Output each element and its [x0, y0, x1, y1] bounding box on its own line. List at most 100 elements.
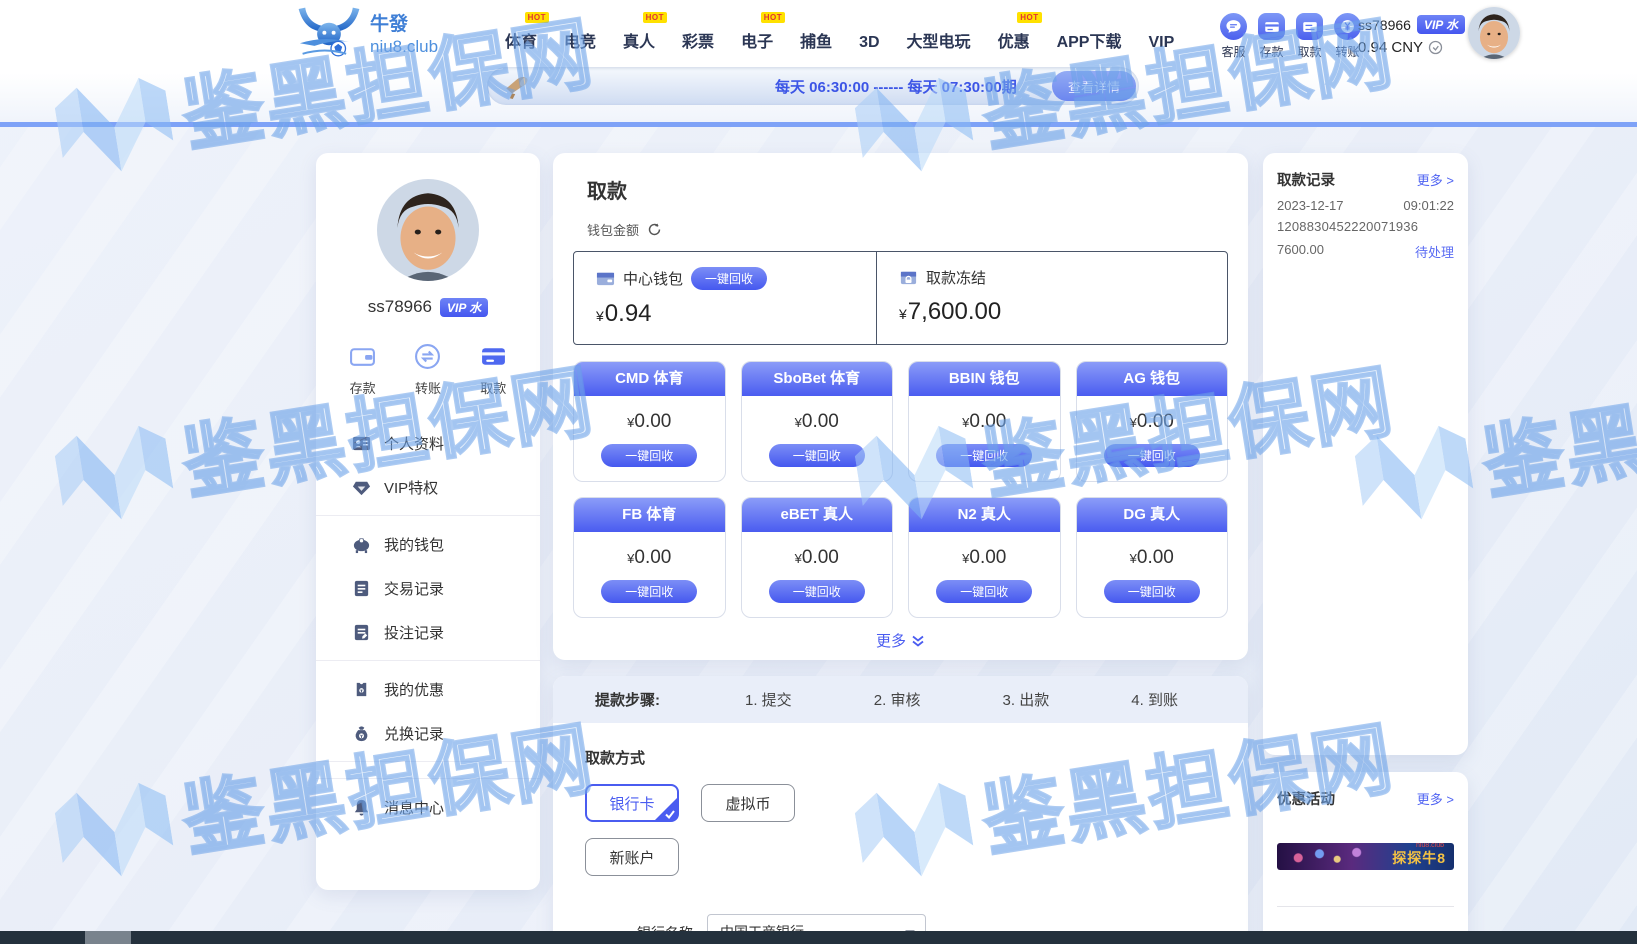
wallet-card-amount: ¥0.00: [574, 411, 725, 433]
wallet-card-title: CMD 体育: [574, 362, 725, 396]
sidebar-item-transactions[interactable]: 交易记录: [316, 566, 540, 610]
nav-item[interactable]: 大型电玩: [907, 28, 971, 54]
wallet-card-amount: ¥0.00: [742, 411, 893, 433]
sidebar-item-label: 我的优惠: [384, 679, 444, 700]
wallet-recycle-button[interactable]: 一键回收: [769, 580, 865, 603]
sidebar-transfer-button[interactable]: 转账: [414, 343, 441, 397]
scrollbar-thumb[interactable]: [85, 931, 131, 944]
sidebar-item-label: VIP特权: [384, 477, 438, 498]
nav-item[interactable]: HOT 电子: [741, 28, 773, 54]
nav-item[interactable]: VIP: [1148, 34, 1174, 54]
header-quick-actions: 客服 存款 取款: [1220, 13, 1361, 60]
wallet-recycle-button[interactable]: 一键回收: [601, 444, 697, 467]
sidebar-menu: 个人资料 VIP特权 我的钱包: [316, 421, 540, 829]
promotions-more-link[interactable]: 更多 >: [1417, 789, 1454, 808]
records-more-link[interactable]: 更多 >: [1417, 170, 1454, 189]
withdraw-records-panel: 取款记录 更多 > 2023-12-17 09:01:22 1208830452…: [1263, 153, 1468, 755]
sidebar-quick-actions: 存款 转账 取款: [316, 343, 540, 397]
wallet-recycle-button[interactable]: 一键回收: [769, 444, 865, 467]
main-nav: HOT 体育 电竞 HOT 真人 彩票: [505, 20, 1174, 54]
nav-item[interactable]: APP下载: [1057, 28, 1122, 54]
vest-icon: [352, 680, 371, 699]
nav-item[interactable]: HOT 优惠: [998, 28, 1030, 54]
sidebar-item-vip[interactable]: VIP特权: [316, 465, 540, 509]
recycle-all-button[interactable]: 一键回收: [691, 267, 767, 290]
withdraw-method-option[interactable]: 新账户: [585, 838, 679, 876]
customer-service-button[interactable]: 客服: [1220, 13, 1247, 60]
withdraw-method-option[interactable]: 虚拟币: [701, 784, 795, 822]
show-more-wallets[interactable]: 更多: [573, 630, 1228, 651]
sidebar-item-promos[interactable]: 我的优惠: [316, 667, 540, 711]
sidebar-deposit-button[interactable]: 存款: [349, 343, 376, 397]
site-logo[interactable]: 牛發 niu8.club: [296, 6, 438, 66]
nav-item[interactable]: HOT 体育: [505, 28, 537, 54]
sidebar-item-redeem[interactable]: 兑换记录: [316, 711, 540, 755]
nav-item-label: 电子: [741, 34, 773, 51]
wallet-recycle-button[interactable]: 一键回收: [936, 444, 1032, 467]
withdraw-label: 取款: [1297, 43, 1321, 60]
avatar[interactable]: [1468, 7, 1520, 59]
promo-banner[interactable]: niu8.club 探探牛8: [1277, 843, 1454, 870]
nav-item-label: 捕鱼: [800, 34, 832, 51]
page: 牛發 niu8.club HOT 体育 电竞 HOT 真人: [0, 0, 1637, 944]
user-info: ss78966 VIP 水 0.94 CNY: [1358, 15, 1465, 56]
menu-divider: [316, 515, 540, 516]
wallet-recycle-button[interactable]: 一键回收: [1104, 444, 1200, 467]
deposit-button[interactable]: 存款: [1258, 13, 1285, 60]
sidebar-item-label: 交易记录: [384, 578, 444, 599]
wallet-recycle-button[interactable]: 一键回收: [936, 580, 1032, 603]
record-time: 09:01:22: [1403, 198, 1454, 213]
nav-item[interactable]: 彩票: [682, 28, 714, 54]
withdraw-method-label: 银行卡: [609, 796, 654, 813]
menu-divider: [316, 660, 540, 661]
profile-avatar-image: [377, 179, 479, 281]
sidebar-item-label: 兑换记录: [384, 723, 444, 744]
wallet-card-amount: ¥0.00: [574, 547, 725, 569]
wallet-card-title: BBIN 钱包: [909, 362, 1060, 396]
nav-item[interactable]: 捕鱼: [800, 28, 832, 54]
sidebar-deposit-label: 存款: [350, 378, 376, 397]
vip-badge: VIP 水: [1417, 15, 1465, 34]
document-icon: [352, 579, 371, 598]
selected-check-icon: [654, 797, 678, 821]
wallet-recycle-button[interactable]: 一键回收: [1104, 580, 1200, 603]
avatar-image: [1468, 7, 1520, 59]
sidebar-item-profile[interactable]: 个人资料: [316, 421, 540, 465]
nav-item[interactable]: 3D: [859, 34, 879, 54]
refresh-wallets-icon[interactable]: [647, 222, 662, 237]
sidebar-item-messages[interactable]: 消息中心: [316, 785, 540, 829]
wallet-recycle-button[interactable]: 一键回收: [601, 580, 697, 603]
withdraw-panel: 取款 钱包金额 中心钱包 一键: [553, 153, 1248, 660]
view-details-button[interactable]: 查看详情: [1052, 71, 1136, 101]
transfer-label: 转账: [1335, 43, 1359, 60]
deposit-card-icon: [1258, 13, 1285, 40]
transfer-button[interactable]: 转账: [1334, 13, 1361, 60]
wallet-card: AG 钱包 ¥0.00 一键回收: [1076, 361, 1229, 482]
withdraw-method-option[interactable]: 银行卡: [585, 784, 679, 822]
wallet-card: SboBet 体育 ¥0.00 一键回收: [741, 361, 894, 482]
sidebar-item-bets[interactable]: 投注记录: [316, 610, 540, 654]
sidebar-withdraw-button[interactable]: 取款: [480, 343, 507, 397]
refresh-balance-icon[interactable]: [1428, 40, 1443, 55]
sidebar-item-label: 消息中心: [384, 797, 444, 818]
hot-badge: HOT: [761, 12, 785, 23]
nav-item-label: 彩票: [682, 34, 714, 51]
frozen-lock-icon: [899, 268, 918, 287]
withdraw-button[interactable]: 取款: [1296, 13, 1323, 60]
withdraw-steps: 提款步骤: 1. 提交 2. 审核 3. 出款 4. 到账: [553, 676, 1248, 723]
record-status: 待处理: [1415, 242, 1454, 261]
wallet-card-title: AG 钱包: [1077, 362, 1228, 396]
horizontal-scrollbar[interactable]: [0, 931, 1637, 944]
record-date: 2023-12-17: [1277, 198, 1344, 213]
central-wallet-icon: [596, 269, 615, 288]
nav-item[interactable]: HOT 真人: [623, 28, 655, 54]
site-name: 牛發: [370, 14, 438, 36]
chat-icon: [1220, 13, 1247, 40]
profile-avatar: [377, 179, 479, 281]
wallet-card-amount: ¥0.00: [909, 547, 1060, 569]
sidebar-item-wallet[interactable]: 我的钱包: [316, 522, 540, 566]
step-label: 2. 审核: [874, 689, 921, 710]
wallet-grid: CMD 体育 ¥0.00 一键回收 SboBet 体育 ¥0.00 一键回收: [573, 361, 1228, 618]
nav-item[interactable]: 电竞: [564, 28, 596, 54]
step-label: 3. 出款: [1003, 689, 1050, 710]
